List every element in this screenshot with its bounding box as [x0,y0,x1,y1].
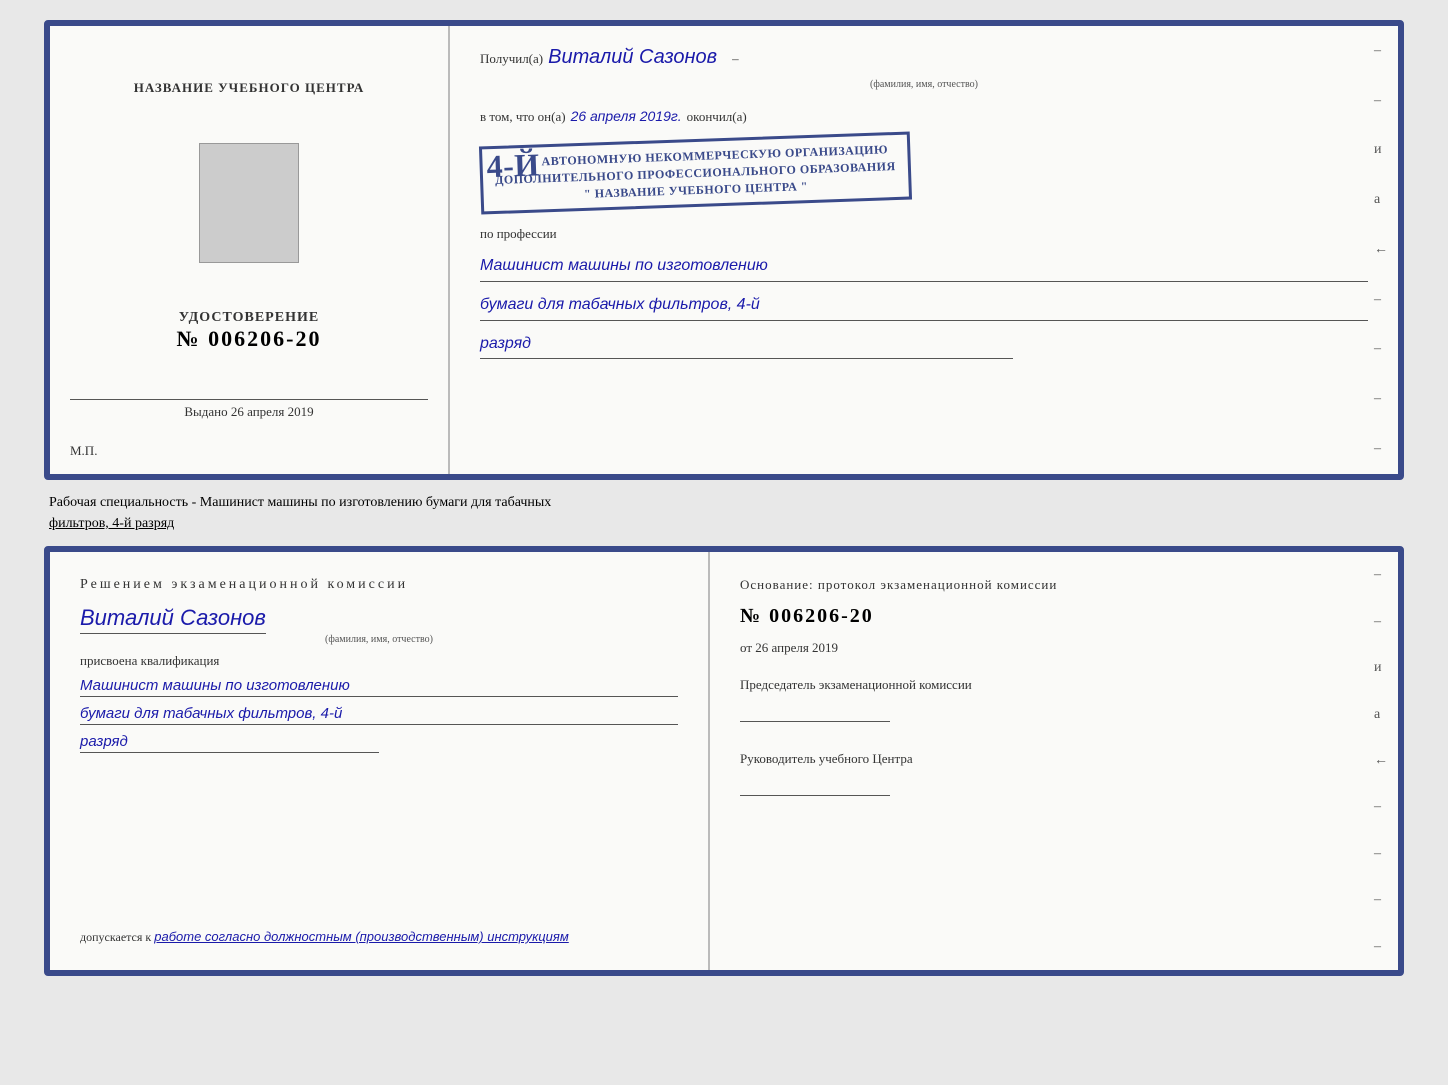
fio-subtitle: (фамилия, имя, отчество) [480,79,1368,90]
predsedatel-signature-line [740,702,890,722]
dash3: – [1374,292,1388,308]
cert-photo [199,143,299,263]
resheniem-title: Решением экзаменационной комиссии [80,577,678,593]
ot-date-row: от 26 апреля 2019 [740,640,1368,656]
cert-vydano: Выдано 26 апреля 2019 [70,399,428,420]
dash6: – [1374,441,1388,457]
certificate-bottom: Решением экзаменационной комиссии Витали… [44,546,1404,976]
dash4: – [1374,341,1388,357]
right-dashes: – – и а ← – – – – [1374,26,1388,474]
cert-right-panel: Получил(a) Виталий Сазонов – (фамилия, и… [450,26,1398,474]
dopuskaetsya-value: работе согласно должностным (производств… [154,929,569,944]
br-dash3: – [1374,799,1388,815]
okonchil-label: окончил(а) [687,109,747,125]
po-professii-label: по профессии [480,226,557,241]
bottom-name: Виталий Сазонов [80,605,266,634]
cert-left-title: НАЗВАНИЕ УЧЕБНОГО ЦЕНТРА [134,80,365,96]
rukovoditel-label: Руководитель учебного Центра [740,750,1368,768]
rukovoditel-block: Руководитель учебного Центра [740,750,1368,796]
ot-label: от [740,640,752,655]
cert-stamp: 4-й АВТОНОМНУЮ НЕКОММЕРЧЕСКУЮ ОРГАНИЗАЦИ… [479,132,912,215]
protokol-number: № 006206-20 [740,605,1368,628]
profession-line2: бумаги для табачных фильтров, 4-й [480,292,1368,321]
dopuskaetsya-label: допускается к [80,930,151,944]
middle-text-block: Рабочая специальность - Машинист машины … [44,492,1404,534]
vydano-date: 26 апреля 2019 [231,404,314,419]
br-dash4: – [1374,846,1388,862]
br-a: а [1374,707,1388,723]
stamp-number: 4-й [486,142,541,189]
qual-line2: бумаги для табачных фильтров, 4-й [80,705,678,725]
bottom-right-dashes: – – и а ← – – – – [1374,552,1388,970]
profession-line3: разряд [480,331,1013,360]
prisvoena-label: присвоена квалификация [80,653,678,669]
vtom-label: в том, что он(а) [480,109,566,125]
predsedatel-block: Председатель экзаменационной комиссии [740,676,1368,722]
vtom-date: 26 апреля 2019г. [571,108,682,124]
osnovaniye-label: Основание: протокол экзаменационной коми… [740,577,1368,593]
ot-date: 26 апреля 2019 [755,640,838,655]
i-label: и [1374,142,1388,158]
poluchil-row: Получил(a) Виталий Сазонов – [480,46,1368,69]
vtom-row: в том, что он(а) 26 апреля 2019г. окончи… [480,108,1368,125]
cert-bottom-left: Решением экзаменационной комиссии Витали… [50,552,710,970]
bottom-fio-subtitle: (фамилия, имя, отчество) [80,634,678,645]
middle-text-main: Рабочая специальность - Машинист машины … [49,495,551,510]
dopuskaetsya-row: допускается к работе согласно должностны… [80,919,678,945]
bottom-name-block: Виталий Сазонов (фамилия, имя, отчество) [80,605,678,645]
qual-line1: Машинист машины по изготовлению [80,677,678,697]
cert-left-panel: НАЗВАНИЕ УЧЕБНОГО ЦЕНТРА УДОСТОВЕРЕНИЕ №… [50,26,450,474]
certificate-top: НАЗВАНИЕ УЧЕБНОГО ЦЕНТРА УДОСТОВЕРЕНИЕ №… [44,20,1404,480]
br-dash1: – [1374,567,1388,583]
dash5: – [1374,391,1388,407]
cert-udostoverenie: УДОСТОВЕРЕНИЕ № 006206-20 [177,310,322,352]
poluchil-label: Получил(a) [480,51,543,67]
po-professii-row: по профессии [480,225,1368,243]
predsedatel-label: Председатель экзаменационной комиссии [740,676,1368,694]
br-arrow: ← [1374,753,1388,769]
cert-bottom-right: Основание: протокол экзаменационной коми… [710,552,1398,970]
rukovoditel-signature-line [740,776,890,796]
vydano-label: Выдано [184,404,227,419]
a-label: а [1374,192,1388,208]
poluchil-name: Виталий Сазонов [548,46,717,69]
dash2: – [1374,93,1388,109]
qual-line3: разряд [80,733,379,753]
br-dash2: – [1374,614,1388,630]
udostoverenie-label: УДОСТОВЕРЕНИЕ [177,310,322,326]
arrow-label: ← [1374,242,1388,258]
br-dash5: – [1374,892,1388,908]
dash1: – [1374,43,1388,59]
cert-mp: М.П. [70,443,97,459]
profession-line1: Машинист машины по изготовлению [480,253,1368,282]
cert-number: № 006206-20 [177,326,322,352]
br-dash6: – [1374,939,1388,955]
middle-text-underline: фильтров, 4-й разряд [49,516,174,531]
stamp-container: 4-й АВТОНОМНУЮ НЕКОММЕРЧЕСКУЮ ОРГАНИЗАЦИ… [480,139,1368,207]
br-i: и [1374,660,1388,676]
